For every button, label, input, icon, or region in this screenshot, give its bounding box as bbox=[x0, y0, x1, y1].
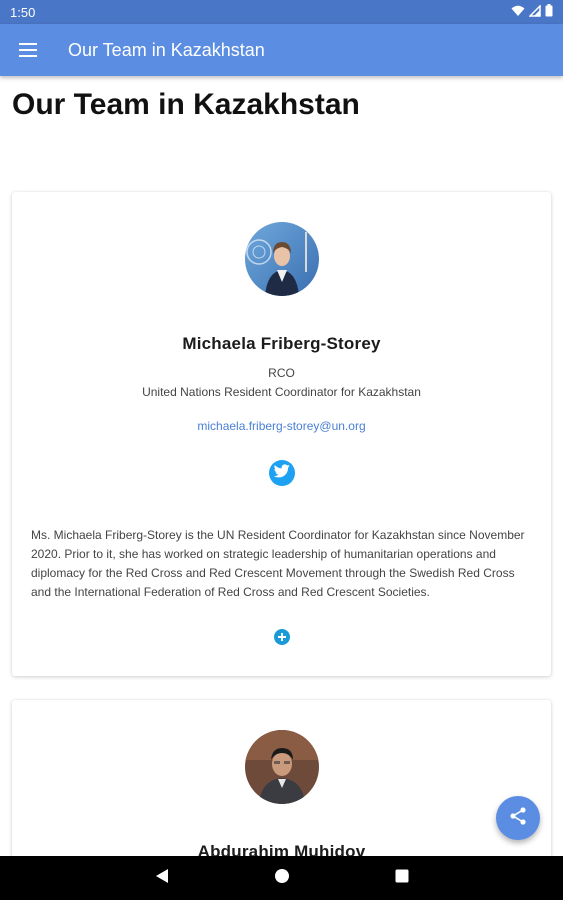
member-position: United Nations Resident Coordinator for … bbox=[142, 385, 421, 399]
menu-button[interactable] bbox=[0, 24, 56, 76]
member-role: RCO bbox=[268, 366, 295, 380]
recents-icon bbox=[395, 869, 409, 888]
system-nav-bar bbox=[0, 856, 563, 900]
team-member-card: Michaela Friberg-Storey RCO United Natio… bbox=[12, 192, 551, 676]
battery-icon bbox=[545, 4, 553, 20]
back-icon bbox=[155, 868, 169, 889]
back-button[interactable] bbox=[147, 863, 177, 893]
member-bio-text: Ms. Michaela Friberg-Storey is the UN Re… bbox=[31, 528, 525, 599]
status-bar: 1:50 bbox=[0, 0, 563, 24]
wifi-icon bbox=[511, 5, 525, 20]
home-button[interactable] bbox=[267, 863, 297, 893]
home-icon bbox=[274, 868, 290, 889]
avatar bbox=[244, 730, 319, 804]
member-name: Abdurahim Muhidov bbox=[197, 842, 366, 856]
member-name: Michaela Friberg-Storey bbox=[182, 334, 381, 353]
status-time: 1:50 bbox=[10, 4, 36, 20]
page-title: Our Team in Kazakhstan bbox=[12, 88, 360, 121]
team-member-card: Abdurahim Muhidov bbox=[12, 700, 551, 856]
recents-button[interactable] bbox=[387, 863, 417, 893]
twitter-button[interactable] bbox=[268, 460, 295, 486]
member-bio: Ms. Michaela Friberg-Storey is the UN Re… bbox=[31, 526, 533, 602]
content-scroll-area[interactable]: Our Team in Kazakhstan Michaela Friberg- bbox=[0, 76, 563, 856]
share-button[interactable] bbox=[496, 796, 540, 840]
hamburger-menu-icon bbox=[19, 43, 37, 57]
status-icons bbox=[511, 3, 553, 20]
twitter-icon bbox=[273, 463, 290, 483]
app-bar: Our Team in Kazakhstan bbox=[0, 24, 563, 76]
share-icon bbox=[508, 806, 528, 831]
member-email-link[interactable]: michaela.friberg-storey@un.org bbox=[12, 419, 551, 433]
avatar bbox=[244, 222, 319, 296]
signal-icon bbox=[528, 3, 541, 20]
plus-circle-icon[interactable] bbox=[273, 629, 290, 645]
app-bar-title: Our Team in Kazakhstan bbox=[68, 39, 265, 60]
